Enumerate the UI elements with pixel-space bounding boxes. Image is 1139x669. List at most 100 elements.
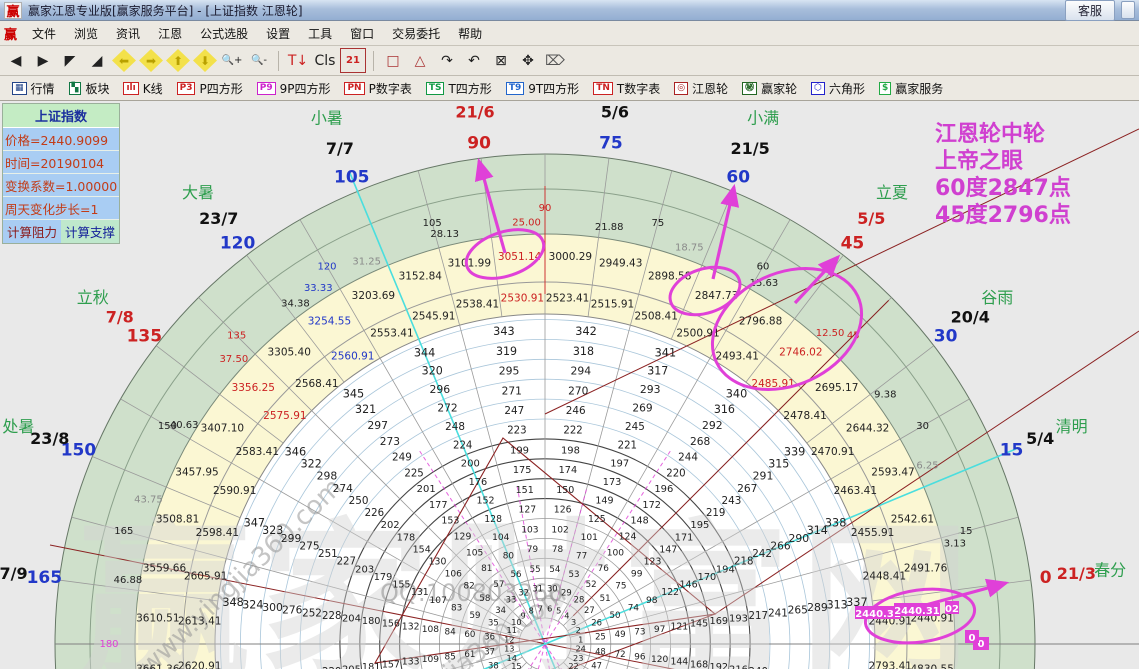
svg-text:2491.76: 2491.76 xyxy=(904,562,948,574)
svg-text:50: 50 xyxy=(610,611,621,621)
zoom-in-icon[interactable]: 🔍+ xyxy=(220,49,244,72)
svg-text:135: 135 xyxy=(127,327,163,347)
svg-text:28: 28 xyxy=(574,595,585,605)
forward-icon[interactable]: ▶ xyxy=(31,49,55,72)
svg-text:90: 90 xyxy=(467,133,491,153)
svg-text:97: 97 xyxy=(654,625,666,635)
svg-text:27: 27 xyxy=(584,605,595,615)
rotate-cw-icon[interactable]: ↷ xyxy=(435,49,459,72)
calc-support-button[interactable]: 计算支撑 xyxy=(61,220,119,243)
svg-text:2493.41: 2493.41 xyxy=(716,350,759,362)
menu-logo-icon: 赢 xyxy=(4,24,17,43)
svg-text:3: 3 xyxy=(571,617,576,627)
svg-text:处暑: 处暑 xyxy=(2,417,34,436)
square-tool-icon[interactable]: □ xyxy=(381,49,405,72)
center-icon[interactable]: ✥ xyxy=(516,49,540,72)
t-square-icon: TS xyxy=(426,82,445,95)
svg-text:2542.61: 2542.61 xyxy=(891,513,934,525)
menu-item-2[interactable]: 资讯 xyxy=(107,24,149,44)
menu-item-1[interactable]: 浏览 xyxy=(65,24,107,44)
svg-text:21/5: 21/5 xyxy=(730,139,769,158)
ribbon-item-hexagon[interactable]: ⬡六角形 xyxy=(805,78,871,99)
ribbon-item-kline[interactable]: ılıK线 xyxy=(117,78,168,99)
svg-text:3.13: 3.13 xyxy=(944,539,966,550)
calc-resistance-button[interactable]: 计算阻力 xyxy=(3,220,61,243)
back-icon[interactable]: ◀ xyxy=(4,49,28,72)
hexagon-icon: ⬡ xyxy=(811,82,825,95)
svg-text:37: 37 xyxy=(484,646,495,656)
svg-text:02: 02 xyxy=(945,604,959,615)
rotate-ccw-icon[interactable]: ↶ xyxy=(462,49,486,72)
svg-text:289: 289 xyxy=(807,601,828,614)
svg-text:120: 120 xyxy=(317,261,336,272)
diamond-right-icon[interactable]: ➡ xyxy=(139,49,163,72)
t-table-icon: TN xyxy=(593,82,613,95)
customer-service-button[interactable]: 客服 xyxy=(1065,0,1115,21)
diamond-down-icon[interactable]: ⬇ xyxy=(193,49,217,72)
svg-text:99: 99 xyxy=(631,570,643,580)
svg-text:121: 121 xyxy=(670,621,688,632)
clear-icon[interactable]: ⌦ xyxy=(543,49,567,72)
ribbon-item-sectors[interactable]: ▚板块 xyxy=(63,78,116,99)
info-row-2: 变换系数=1.00000 xyxy=(3,174,119,197)
svg-text:268: 268 xyxy=(690,435,711,448)
ribbon-item-winner-wheel[interactable]: ㊙赢家轮 xyxy=(736,78,803,99)
ribbon-item-t-table[interactable]: TNT数字表 xyxy=(587,78,666,99)
ribbon-item-p-square[interactable]: P3P四方形 xyxy=(171,78,249,99)
svg-text:33.33: 33.33 xyxy=(304,283,333,294)
ribbon-item-gann-wheel[interactable]: ◎江恩轮 xyxy=(668,78,734,99)
svg-text:2796.88: 2796.88 xyxy=(739,315,782,327)
menu-item-0[interactable]: 文件 xyxy=(23,24,65,44)
menu-item-4[interactable]: 公式选股 xyxy=(191,24,257,44)
ribbon-item-quotes[interactable]: ▦行情 xyxy=(6,78,61,99)
zoom-out-icon[interactable]: 🔍- xyxy=(247,49,271,72)
menu-item-3[interactable]: 江恩 xyxy=(149,24,191,44)
svg-text:244: 244 xyxy=(678,452,698,464)
menu-item-5[interactable]: 设置 xyxy=(257,24,299,44)
svg-text:3559.66: 3559.66 xyxy=(143,562,187,574)
svg-text:320: 320 xyxy=(422,365,443,378)
t-scale-icon[interactable]: T↓ xyxy=(286,49,310,72)
ribbon-item-9t-square[interactable]: T99T四方形 xyxy=(500,78,585,99)
menu-item-6[interactable]: 工具 xyxy=(299,24,341,44)
svg-text:108: 108 xyxy=(422,625,440,635)
cls-icon[interactable]: Cls xyxy=(313,49,337,72)
svg-text:241: 241 xyxy=(768,607,788,619)
svg-text:2560.91: 2560.91 xyxy=(331,350,374,362)
down-icon[interactable]: ◢ xyxy=(85,49,109,72)
ribbon-item-t-square[interactable]: TST四方形 xyxy=(420,78,498,99)
svg-text:2590.91: 2590.91 xyxy=(213,485,256,497)
up-icon[interactable]: ◤ xyxy=(58,49,82,72)
fit-icon[interactable]: ⊠ xyxy=(489,49,513,72)
svg-text:21.88: 21.88 xyxy=(595,222,624,233)
ribbon-item-9p-square[interactable]: P99P四方形 xyxy=(251,78,337,99)
svg-text:2553.41: 2553.41 xyxy=(370,328,413,340)
svg-text:60度2847点: 60度2847点 xyxy=(935,175,1071,201)
svg-text:250: 250 xyxy=(349,495,369,507)
svg-text:248: 248 xyxy=(445,421,465,433)
svg-text:225: 225 xyxy=(404,468,423,479)
ribbon-item-winner-service[interactable]: $赢家服务 xyxy=(873,78,949,99)
svg-text:2568.41: 2568.41 xyxy=(295,378,338,390)
diamond-left-icon[interactable]: ⬅ xyxy=(112,49,136,72)
menu-item-7[interactable]: 窗口 xyxy=(341,24,383,44)
svg-text:198: 198 xyxy=(561,445,580,456)
svg-text:345: 345 xyxy=(343,387,365,400)
svg-text:338: 338 xyxy=(825,517,847,530)
window-title: 赢家江恩专业版[赢家服务平台] - [上证指数 江恩轮] xyxy=(28,2,1059,19)
menu-item-9[interactable]: 帮助 xyxy=(449,24,491,44)
cut-button[interactable] xyxy=(1121,1,1135,19)
svg-text:122: 122 xyxy=(661,587,679,598)
svg-text:56: 56 xyxy=(511,570,522,580)
svg-text:165: 165 xyxy=(114,526,133,537)
svg-text:201: 201 xyxy=(417,484,436,495)
ribbon-item-p-table[interactable]: PNP数字表 xyxy=(338,78,417,99)
gann-wheel-chart[interactable]: 赢家财富网www.yingjia360.comwww.yingjia360.co… xyxy=(0,101,1139,669)
svg-text:2593.47: 2593.47 xyxy=(871,466,914,478)
triangle-tool-icon[interactable]: △ xyxy=(408,49,432,72)
svg-text:102: 102 xyxy=(551,525,568,535)
menu-item-8[interactable]: 交易委托 xyxy=(383,24,449,44)
svg-text:3152.84: 3152.84 xyxy=(399,271,443,283)
diamond-up-icon[interactable]: ⬆ xyxy=(166,49,190,72)
calendar-icon[interactable]: 21 xyxy=(340,48,366,73)
